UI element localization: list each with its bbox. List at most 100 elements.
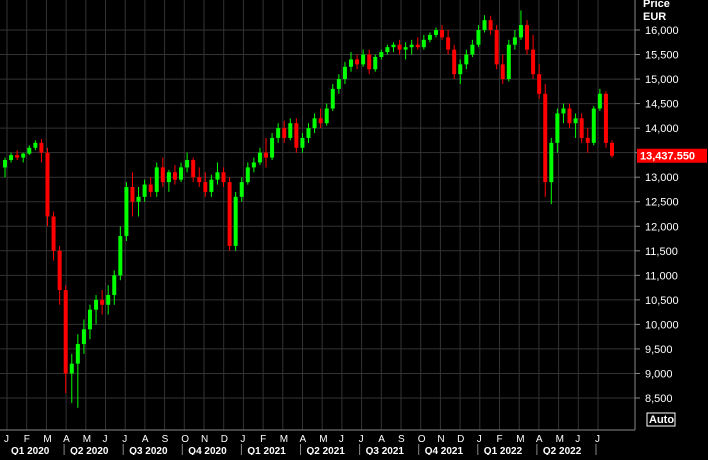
month-tick-label: F (24, 434, 30, 445)
candle-body (415, 44, 420, 48)
candle-body (458, 64, 463, 75)
y-tick-label: 11,000 (645, 270, 678, 282)
quarter-label: Q1 2020 (11, 446, 50, 455)
candle-body (476, 30, 481, 45)
y-tick-label: 8,500 (645, 393, 673, 405)
month-tick-label: F (497, 434, 503, 445)
month-tick-label: N (201, 434, 208, 445)
candle-body (379, 52, 384, 57)
quarter-label: Q3 2020 (129, 446, 168, 455)
candle-body (87, 309, 92, 330)
month-tick-label: A (300, 434, 307, 445)
candle-body (512, 37, 517, 45)
candle-body (270, 137, 275, 158)
month-tick-label: J (339, 434, 344, 445)
candle-body (500, 64, 505, 80)
candle-body (294, 123, 299, 148)
candle-body (148, 184, 153, 192)
month-tick-label: A (536, 434, 543, 445)
auto-scale-button[interactable]: Auto (646, 412, 676, 427)
candle-body (39, 142, 44, 153)
candle-body (257, 152, 262, 163)
candle-body (506, 44, 511, 80)
month-tick-label: M (83, 434, 91, 445)
month-tick-label: O (181, 434, 189, 445)
month-tick-label: J (240, 434, 245, 445)
chart-container: Price EUR 16,000 15,500 15,000 14,500 14,000… (0, 0, 708, 457)
month-tick-label: A (63, 434, 70, 445)
candle-body (397, 44, 402, 50)
chart-background (0, 0, 708, 455)
candle-body (373, 56, 378, 70)
candle-body (318, 118, 323, 124)
candle-body (312, 118, 317, 129)
month-tick-label: S (162, 434, 169, 445)
candle-body (537, 74, 542, 94)
candle-body (197, 177, 202, 183)
month-tick-label: J (122, 434, 127, 445)
candle-body (452, 49, 457, 75)
candle-body (185, 160, 190, 168)
last-price-label: 13,437.550 (640, 151, 695, 163)
month-tick-label: F (260, 434, 266, 445)
month-tick-label: D (221, 434, 228, 445)
candle-body (81, 329, 86, 345)
candle-body (440, 30, 445, 38)
candle-body (51, 216, 56, 251)
candle-body (124, 187, 129, 237)
candle-body (306, 128, 311, 138)
candle-body (494, 30, 499, 65)
candle-body (561, 108, 566, 114)
y-tick-label: 15,500 (645, 50, 679, 62)
candle-body (464, 54, 469, 65)
y-tick-label: 13,000 (645, 172, 679, 184)
candle-body (421, 39, 426, 48)
candle-body (154, 167, 159, 192)
candle-body (251, 162, 256, 168)
candle-body (579, 118, 584, 138)
quarter-label: Q1 2022 (484, 446, 523, 455)
month-tick-label: J (595, 434, 600, 445)
candle-body (203, 182, 208, 192)
month-tick-label: N (437, 434, 444, 445)
candle-body (427, 34, 432, 40)
candle-body (33, 142, 38, 148)
candle-body (482, 20, 487, 30)
candle-body (549, 142, 554, 183)
candle-body (567, 108, 572, 124)
candle-body (209, 179, 214, 192)
candle-body (27, 147, 32, 154)
candle-body (433, 30, 438, 35)
y-tick-label: 16,000 (645, 25, 679, 37)
candle-body (15, 155, 20, 158)
quarter-label: Q3 2021 (366, 446, 405, 455)
candle-body (106, 294, 111, 305)
quarter-label: Q2 2021 (307, 446, 346, 455)
candle-body (361, 54, 366, 65)
month-tick-label: M (516, 434, 524, 445)
candle-body (282, 128, 287, 138)
candlestick-chart: Price EUR 16,000 15,500 15,000 14,500 14,000… (0, 0, 708, 457)
candle-body (409, 44, 414, 48)
y-tick-label: 12,000 (645, 221, 679, 233)
auto-button-label[interactable]: Auto (649, 414, 674, 426)
y-tick-label: 10,500 (645, 295, 679, 307)
y-tick-label: 9,500 (645, 344, 673, 356)
quarter-label: Q1 2021 (247, 446, 286, 455)
candle-body (348, 59, 353, 67)
candle-body (288, 123, 293, 138)
candle-body (531, 49, 536, 75)
month-tick-label: A (378, 434, 385, 445)
candle-body (160, 167, 165, 183)
y-tick-label: 9,000 (645, 368, 673, 380)
candle-body (136, 196, 141, 202)
candle-body (57, 250, 62, 291)
candle-body (591, 108, 596, 143)
quarter-label: Q4 2020 (188, 446, 227, 455)
candle-body (118, 236, 123, 276)
candle-body (403, 47, 408, 50)
quarter-label: Q4 2021 (425, 446, 464, 455)
candle-body (239, 182, 244, 197)
month-tick-label: M (43, 434, 51, 445)
month-tick-label: M (556, 434, 564, 445)
